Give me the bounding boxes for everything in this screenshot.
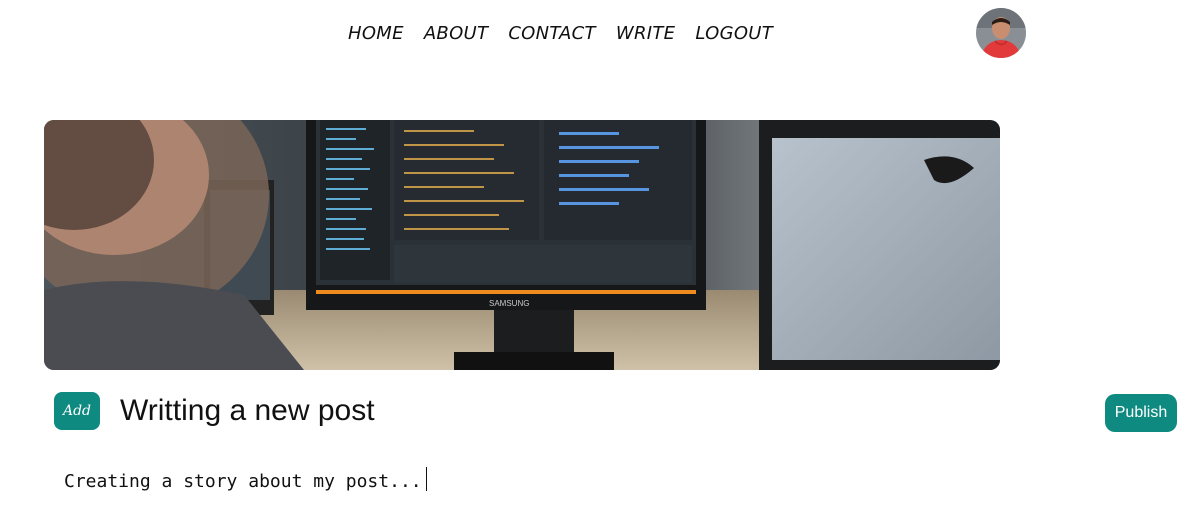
nav-logout-link[interactable]: LOGOUT — [695, 23, 773, 44]
cover-image-illustration: SAMSUNG — [44, 120, 1000, 370]
avatar[interactable] — [976, 8, 1026, 58]
nav-write-link[interactable]: WRITE — [616, 23, 675, 44]
story-input[interactable] — [62, 466, 1066, 496]
cover-image: SAMSUNG — [44, 120, 1000, 370]
publish-button[interactable]: Publish — [1105, 394, 1177, 432]
top-bar: HOME ABOUT CONTACT WRITE LOGOUT — [0, 0, 1191, 70]
user-avatar-icon — [976, 8, 1026, 58]
main-nav: HOME ABOUT CONTACT WRITE LOGOUT — [348, 23, 773, 44]
add-image-button[interactable]: Add — [54, 392, 100, 430]
nav-contact-link[interactable]: CONTACT — [508, 23, 596, 44]
nav-about-link[interactable]: ABOUT — [424, 23, 489, 44]
post-title-input[interactable] — [118, 390, 1022, 432]
nav-home-link[interactable]: HOME — [348, 23, 404, 44]
text-caret — [426, 467, 427, 491]
monitor-brand-label: SAMSUNG — [489, 299, 529, 308]
